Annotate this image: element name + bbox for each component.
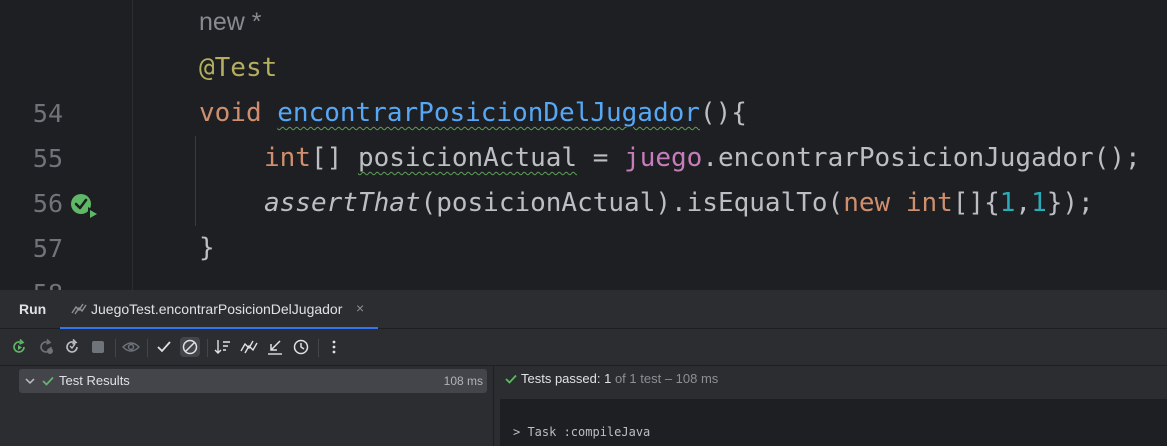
method-call: .encontrarPosicionJugador(); bbox=[702, 143, 1141, 173]
code-editor[interactable]: new * 54 @Test 55 void encontrarPosicion… bbox=[0, 0, 1167, 290]
test-annotation: @Test bbox=[199, 53, 278, 83]
array-brackets: [] bbox=[310, 143, 358, 173]
method-parens: (){ bbox=[699, 98, 747, 128]
call-args: (posicionActual).isEqualTo( bbox=[420, 188, 844, 218]
more-options-icon[interactable] bbox=[324, 337, 344, 357]
code-line-58: 58 } bbox=[0, 226, 1167, 290]
show-passed-eye-icon[interactable] bbox=[121, 337, 141, 357]
code-line-hint: new * bbox=[0, 0, 1167, 45]
test-tree: Test Results 108 ms bbox=[6, 366, 493, 446]
toolbar-separator bbox=[207, 339, 208, 357]
field-reference[interactable]: juego bbox=[624, 143, 702, 173]
console-panel: Tests passed: 1 of 1 test – 108 ms > Tas… bbox=[494, 366, 1167, 446]
console-output[interactable]: > Task :compileJava bbox=[500, 399, 1167, 446]
code-line-59: 59 bbox=[0, 271, 1167, 290]
rerun-icon[interactable] bbox=[9, 337, 29, 357]
comma: , bbox=[1015, 188, 1032, 218]
code-line-54: 54 @Test bbox=[0, 46, 1167, 128]
static-call[interactable]: assertThat bbox=[264, 188, 421, 218]
show-passed-check-icon[interactable] bbox=[154, 337, 174, 357]
toolbar-separator bbox=[318, 339, 319, 357]
test-status-bar: Tests passed: 1 of 1 test – 108 ms bbox=[494, 366, 1167, 399]
check-icon bbox=[505, 374, 517, 384]
expand-all-icon[interactable] bbox=[239, 337, 259, 357]
status-detail: of 1 test – 108 ms bbox=[611, 371, 719, 386]
chevron-down-icon[interactable] bbox=[24, 373, 36, 389]
toggle-auto-test-icon[interactable] bbox=[62, 337, 82, 357]
code-line-57: 57 assertThat(posicionActual).isEqualTo(… bbox=[0, 181, 1167, 263]
tree-label: Test Results bbox=[59, 373, 130, 388]
number-literal: 1 bbox=[999, 188, 1016, 218]
tree-duration: 108 ms bbox=[443, 374, 483, 388]
new-keyword: new bbox=[843, 188, 891, 218]
closing-brace: } bbox=[199, 233, 215, 263]
status-label: Tests passed: bbox=[521, 371, 605, 386]
tests-passed-status: Tests passed: 1 of 1 test – 108 ms bbox=[521, 371, 718, 386]
history-icon[interactable] bbox=[291, 337, 311, 357]
statement-line-57: assertThat(posicionActual).isEqualTo(new… bbox=[264, 181, 1094, 226]
int-keyword: int bbox=[264, 143, 311, 173]
show-ignored-icon[interactable] bbox=[180, 337, 200, 357]
number-literal: 1 bbox=[1031, 188, 1047, 218]
run-header: Run JuegoTest.encontrarPosicionDelJugado… bbox=[0, 290, 1167, 329]
void-keyword: void bbox=[199, 98, 262, 128]
test-config-icon bbox=[71, 303, 87, 315]
assign-op: = bbox=[577, 143, 625, 173]
tab-label: JuegoTest.encontrarPosicionDelJugador bbox=[91, 301, 343, 317]
rerun-failed-icon[interactable] bbox=[36, 337, 56, 357]
run-toolbar bbox=[0, 329, 1167, 366]
collapse-icon[interactable] bbox=[265, 337, 285, 357]
code-line-55: 55 void encontrarPosicionDelJugador(){ bbox=[0, 91, 1167, 221]
stop-icon[interactable] bbox=[88, 337, 108, 357]
int-keyword: int bbox=[905, 188, 953, 218]
run-title[interactable]: Run bbox=[19, 301, 46, 317]
toolbar-separator bbox=[115, 339, 116, 357]
close-icon[interactable]: × bbox=[356, 300, 364, 316]
check-icon bbox=[42, 376, 54, 386]
tab-juego-test[interactable]: JuegoTest.encontrarPosicionDelJugador × bbox=[60, 290, 378, 329]
method-name[interactable]: encontrarPosicionDelJugador bbox=[277, 98, 700, 128]
toolbar-separator bbox=[147, 339, 148, 357]
array-init-close: }); bbox=[1046, 188, 1094, 218]
usage-hint[interactable]: new * bbox=[199, 0, 262, 45]
method-declaration: void encontrarPosicionDelJugador(){ bbox=[199, 91, 747, 136]
array-init-open: []{ bbox=[952, 188, 1000, 218]
run-tool-window: Run JuegoTest.encontrarPosicionDelJugado… bbox=[0, 290, 1167, 446]
code-line-56: 56 int[] posicionActual = juego.encontra… bbox=[0, 136, 1167, 218]
console-line: > Task :compileJava bbox=[513, 425, 651, 439]
tree-row-test-results[interactable]: Test Results 108 ms bbox=[19, 369, 487, 393]
variable-name[interactable]: posicionActual bbox=[358, 143, 577, 173]
statement-line-56: int[] posicionActual = juego.encontrarPo… bbox=[264, 136, 1141, 181]
sort-icon[interactable] bbox=[213, 337, 233, 357]
